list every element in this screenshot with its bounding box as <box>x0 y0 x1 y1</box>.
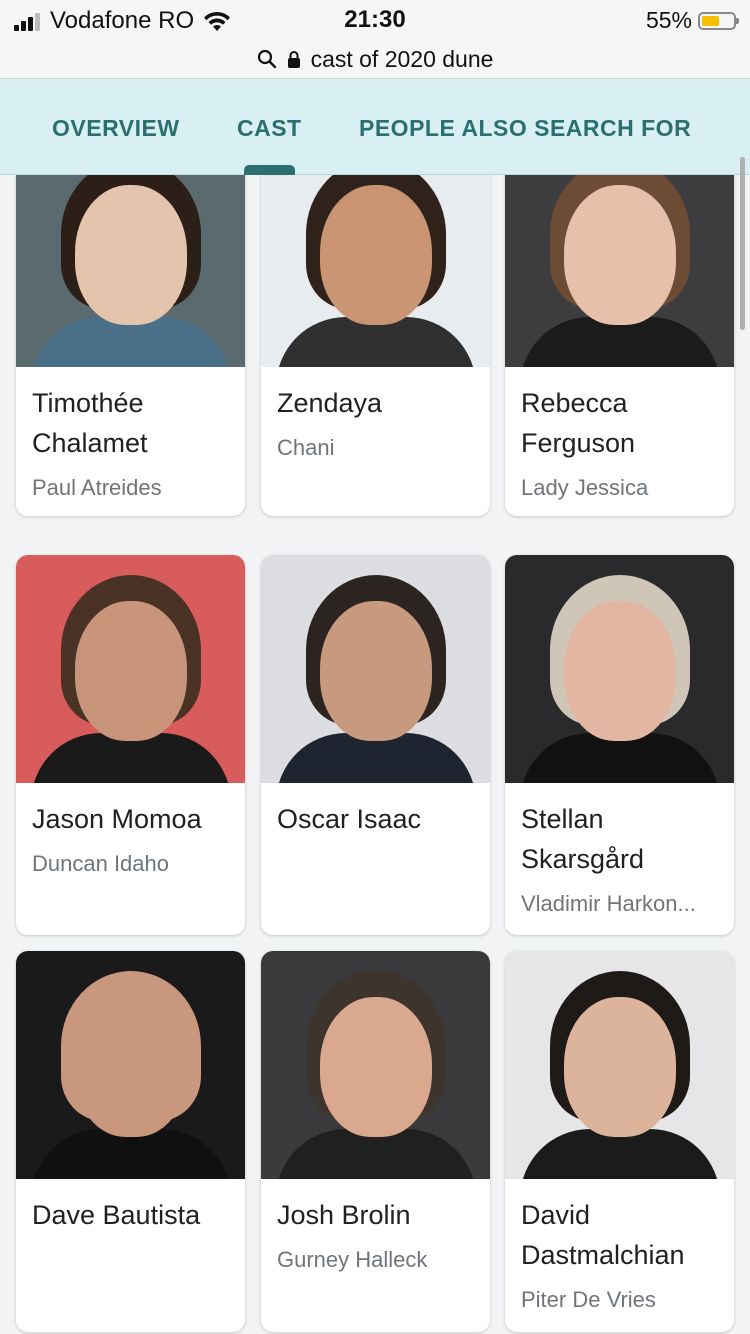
card-text: Josh Brolin Gurney Halleck <box>261 1179 490 1275</box>
card-text: Oscar Isaac <box>261 783 490 849</box>
cast-card[interactable]: Zendaya Chani <box>261 175 490 516</box>
cast-card[interactable]: Josh Brolin Gurney Halleck <box>261 951 490 1332</box>
actor-photo <box>505 175 734 367</box>
character-name: Gurney Halleck <box>277 1247 428 1272</box>
actor-photo <box>261 555 490 783</box>
card-text: Timothée Chalamet Paul Atreides <box>16 367 245 503</box>
photo-face <box>319 601 432 741</box>
tab-cast[interactable]: CAST <box>237 115 302 142</box>
tab-overview[interactable]: OVERVIEW <box>52 115 180 142</box>
character-name: Lady Jessica <box>521 475 649 500</box>
tab-people-also-search-for[interactable]: PEOPLE ALSO SEARCH FOR <box>359 115 691 142</box>
actor-name: Josh Brolin <box>277 1200 411 1230</box>
active-tab-indicator <box>244 165 295 175</box>
photo-face <box>74 185 187 325</box>
cast-card[interactable]: David Dastmalchian Piter De Vries <box>505 951 734 1332</box>
card-text: Rebecca Ferguson Lady Jessica <box>505 367 734 503</box>
status-bar: Vodafone RO 21:30 55% <box>0 0 750 40</box>
clock: 21:30 <box>344 6 406 33</box>
status-right: 55% <box>645 7 739 34</box>
actor-name: Oscar Isaac <box>277 804 422 834</box>
url-text: cast of 2020 dune <box>310 45 494 72</box>
character-name: Vladimir Harkon... <box>521 891 696 916</box>
actor-name: Timothée Chalamet <box>32 388 148 458</box>
character-name: Duncan Idaho <box>32 851 169 876</box>
battery-percent: 55% <box>645 7 692 33</box>
actor-name: Jason Momoa <box>32 804 202 834</box>
cast-card[interactable]: Rebecca Ferguson Lady Jessica <box>505 175 734 516</box>
scrollbar[interactable] <box>740 157 745 330</box>
card-text: Jason Momoa Duncan Idaho <box>16 783 245 879</box>
character-name: Piter De Vries <box>521 1287 656 1312</box>
card-text: Zendaya Chani <box>261 367 490 463</box>
url-bar[interactable]: cast of 2020 dune <box>0 40 750 79</box>
photo-face <box>563 997 676 1137</box>
cast-card[interactable]: Dave Bautista <box>16 951 245 1332</box>
actor-name: Zendaya <box>277 388 383 418</box>
actor-photo <box>16 175 245 367</box>
cast-card[interactable]: Oscar Isaac <box>261 555 490 935</box>
actor-name: Stellan Skarsgård <box>521 804 645 874</box>
actor-name: Rebecca Ferguson <box>521 388 636 458</box>
search-icon <box>257 49 276 69</box>
character-name: Paul Atreides <box>32 475 162 500</box>
battery-fill <box>702 15 719 26</box>
tab-bar: OVERVIEW CAST PEOPLE ALSO SEARCH FOR <box>0 79 750 175</box>
actor-name: Dave Bautista <box>32 1200 201 1230</box>
photo-face <box>563 601 676 741</box>
photo-face <box>74 601 187 741</box>
actor-photo <box>505 555 734 783</box>
actor-name: David Dastmalchian <box>521 1200 685 1270</box>
cast-card[interactable]: Timothée Chalamet Paul Atreides <box>16 175 245 516</box>
card-text: Dave Bautista <box>16 1179 245 1245</box>
lock-icon <box>287 51 300 68</box>
actor-photo <box>16 555 245 783</box>
cast-grid-scroll[interactable]: Timothée Chalamet Paul Atreides Zendaya Cha… <box>0 175 750 1334</box>
actor-photo <box>261 175 490 367</box>
card-text: David Dastmalchian Piter De Vries <box>505 1179 734 1315</box>
actor-photo <box>505 951 734 1179</box>
photo-face <box>74 997 187 1137</box>
character-name: Chani <box>277 435 335 460</box>
cast-card[interactable]: Jason Momoa Duncan Idaho <box>16 555 245 935</box>
actor-photo <box>16 951 245 1179</box>
photo-face <box>319 997 432 1137</box>
photo-face <box>563 185 676 325</box>
cast-card[interactable]: Stellan Skarsgård Vladimir Harkon... <box>505 555 734 935</box>
card-text: Stellan Skarsgård Vladimir Harkon... <box>505 783 734 919</box>
battery-icon <box>698 11 739 30</box>
actor-photo <box>261 951 490 1179</box>
photo-face <box>319 185 432 325</box>
